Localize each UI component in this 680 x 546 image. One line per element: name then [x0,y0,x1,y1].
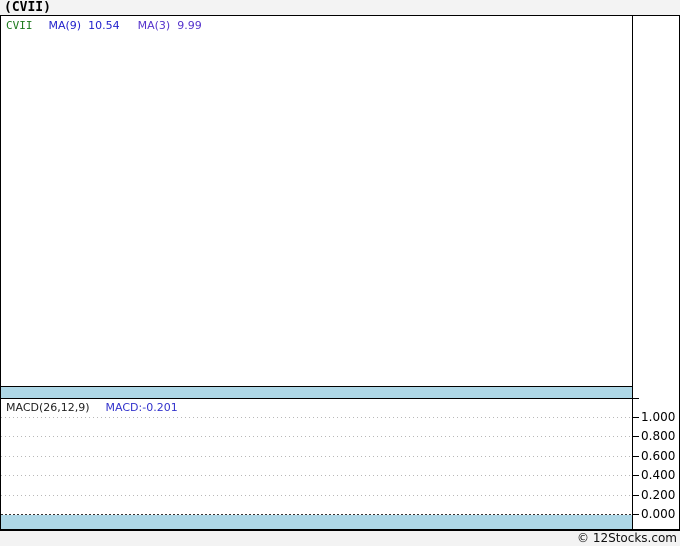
axis-label-0.800: 0.800 [641,429,676,443]
bottom-band [1,515,632,529]
axis-label-0.000: 0.000 [641,507,676,521]
zero-line [1,514,632,515]
axis-label-0.200: 0.200 [641,488,676,502]
axis-label-0.600: 0.600 [641,449,676,463]
ma3-value: 9.99 [177,19,202,32]
gridline-0.400 [1,475,632,476]
axis-tick-0.600 [633,456,639,457]
ma9-value: 10.54 [88,19,120,32]
axis-separator-line [632,16,633,529]
chart-container: CVII MA(9) 10.54 MA(3) 9.99 MACD(26,12,9) MAC… [0,15,680,531]
axis-tick-0.200 [633,495,639,496]
axis-label-0.400: 0.400 [641,468,676,482]
macd-label: MACD(26,12,9) [6,401,90,414]
ma9-label: MA(9) [48,19,82,32]
gridline-0.800 [1,436,632,437]
macd-panel-legend: MACD(26,12,9) MACD:-0.201 [6,401,178,414]
ma3-label: MA(3) [137,19,171,32]
gridline-0.200 [1,495,632,496]
ticker-symbol: CVII [6,19,33,32]
axis-tick-0.000 [633,514,639,515]
macd-value: MACD:-0.201 [105,401,178,414]
panel-separator-band [1,386,632,399]
axis-tick-panel-top [633,398,639,399]
page-title: (CVII) [4,0,51,15]
axis-tick-1.000 [633,417,639,418]
gridline-0.600 [1,456,632,457]
axis-label-1.000: 1.000 [641,410,676,424]
gridline-1.000 [1,417,632,418]
watermark-credit-link[interactable]: © 12Stocks.com [577,531,677,545]
price-panel-legend: CVII MA(9) 10.54 MA(3) 9.99 [6,19,202,32]
axis-tick-0.400 [633,475,639,476]
axis-tick-0.800 [633,436,639,437]
